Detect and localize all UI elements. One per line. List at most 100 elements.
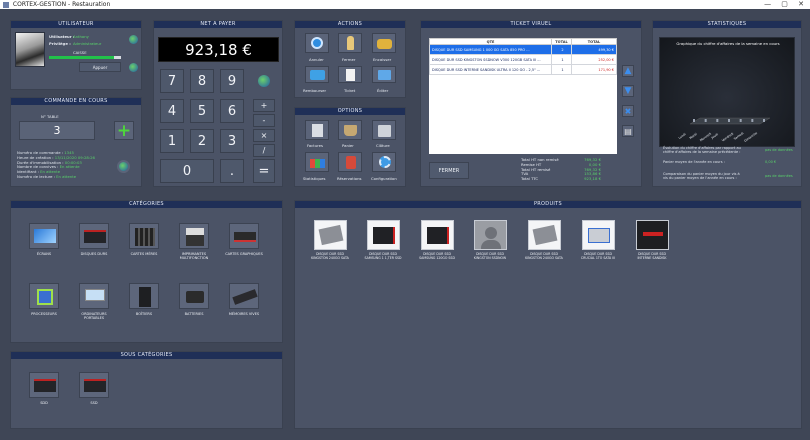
- move-down-button[interactable]: ▼: [622, 85, 634, 97]
- category-imprimantes[interactable]: IMPRIMANTES MULTIFONCTION: [169, 223, 219, 260]
- table-number-label: N° TABLE: [41, 114, 59, 119]
- options-panel: OPTIONS Factures Panier Clôture Statisti…: [294, 107, 406, 187]
- subcategories-panel: SOUS CATÉGORIES SDD SSD: [10, 351, 283, 429]
- keypad-panel: NET A PAYER 923,18 € 7 8 9 4 5 6 1 2 3 0…: [153, 20, 283, 187]
- note-button[interactable]: ▤: [622, 125, 634, 137]
- ticket-table-wrap: QTE TOTAL TOTAL DISQUE DUR SSD SAMSUNG 1…: [429, 38, 617, 154]
- move-up-button[interactable]: ▲: [622, 65, 634, 77]
- editer-button[interactable]: [372, 66, 396, 83]
- key-9[interactable]: 9: [220, 69, 244, 93]
- key-7[interactable]: 7: [160, 69, 184, 93]
- key-2[interactable]: 2: [190, 129, 214, 153]
- net-amount-display: 923,18 €: [158, 37, 279, 62]
- subcategory-sdd[interactable]: SDD: [19, 372, 69, 405]
- product-card[interactable]: DISQUE DUR SSD KINGSTON 240GO SATA: [519, 220, 569, 260]
- ticket-button[interactable]: [338, 66, 362, 83]
- ssd-product-image: [635, 220, 669, 250]
- battery-icon: [179, 283, 209, 309]
- category-batteries[interactable]: BATTERIES: [169, 283, 219, 316]
- product-card[interactable]: DISQUE DUR SSD KINGSTON SSDNOW: [465, 220, 515, 260]
- ticket-table: QTE TOTAL TOTAL DISQUE DUR SSD SAMSUNG 1…: [429, 38, 617, 75]
- window-controls[interactable]: — ▢ ✕: [764, 0, 808, 9]
- products-title: PRODUITS: [295, 201, 801, 208]
- category-memoires-vives[interactable]: MÉMOIRES VIVES: [219, 283, 269, 316]
- key-3[interactable]: 3: [220, 129, 244, 153]
- chart-bar-6: [763, 119, 765, 122]
- ssd-product-image: [313, 220, 347, 250]
- add-table-button[interactable]: +: [114, 121, 134, 140]
- cloture-button[interactable]: [372, 120, 396, 140]
- cpu-icon: [29, 283, 59, 309]
- user-value: Anthony: [73, 34, 89, 39]
- key-plus[interactable]: +: [253, 99, 275, 112]
- fermer-action-button[interactable]: [338, 33, 362, 53]
- globe-icon-3[interactable]: [117, 160, 130, 173]
- key-decimal[interactable]: .: [220, 159, 244, 183]
- category-ecrans[interactable]: ÉCRANS: [19, 223, 69, 256]
- reservations-button[interactable]: [338, 152, 362, 172]
- category-boitiers[interactable]: BOÎTIERS: [119, 283, 169, 316]
- stats-row: Évolution du chiffre d'affaires par rapp…: [663, 146, 741, 155]
- category-processeurs[interactable]: PROCESSEURS: [19, 283, 69, 316]
- chart-bar-4: [739, 119, 742, 122]
- key-equals[interactable]: =: [253, 159, 275, 183]
- product-card[interactable]: DISQUE DUR SSD KINGSTON 240GO SATA: [305, 220, 355, 260]
- ticket-row[interactable]: DISQUE DUR SSD INTERNE SANDISK ULTRA II …: [429, 64, 617, 75]
- configuration-button[interactable]: [372, 152, 396, 172]
- coins-icon: [377, 39, 392, 49]
- key-8[interactable]: 8: [190, 69, 214, 93]
- categories-title: CATÉGORIES: [11, 201, 282, 208]
- options-title: OPTIONS: [295, 108, 405, 115]
- product-card[interactable]: DISQUE DUR SSD SAMSUNG 120GO SSD: [412, 220, 462, 260]
- rembourser-button[interactable]: [305, 66, 329, 83]
- ticket-row[interactable]: DISQUE DUR SSD KINGSTON SSDNOW V300 120G…: [429, 54, 617, 65]
- option-label: Clôture: [376, 143, 390, 148]
- chart-bar-0: [693, 119, 695, 122]
- product-card[interactable]: DISQUE DUR SSD SAMSUNG 1 1,TER SSD: [358, 220, 408, 260]
- statistiques-button[interactable]: [305, 152, 329, 172]
- panier-button[interactable]: [338, 120, 362, 140]
- key-multiply[interactable]: ×: [253, 129, 275, 142]
- key-6[interactable]: 6: [220, 99, 244, 123]
- register-icon: [378, 125, 391, 137]
- category-cartes-meres[interactable]: CARTES MÈRES: [119, 223, 169, 256]
- window-title: CORTEX-GESTION - Restauration: [12, 1, 111, 8]
- key-divide[interactable]: /: [253, 144, 275, 157]
- appuyer-button[interactable]: Appuer: [79, 62, 121, 72]
- fermer-ticket-button[interactable]: FERMER: [429, 162, 469, 179]
- gear-icon: [379, 156, 391, 168]
- annuler-button[interactable]: [305, 33, 329, 53]
- key-4[interactable]: 4: [160, 99, 184, 123]
- key-0[interactable]: 0: [160, 159, 214, 183]
- delete-line-button[interactable]: ✖: [622, 105, 634, 117]
- factures-button[interactable]: [305, 120, 329, 140]
- category-ordinateurs-portables[interactable]: ORDINATEURS PORTABLES: [69, 283, 119, 320]
- order-panel-title: COMMANDE EN COURS: [11, 98, 141, 105]
- category-cartes-graphiques[interactable]: CARTES GRAPHIQUES: [219, 223, 269, 256]
- ticket-row[interactable]: DISQUE DUR SSD SAMSUNG 1 000 GO SATA 850…: [429, 44, 617, 55]
- arrow-up-icon: ▲: [624, 66, 632, 76]
- product-card[interactable]: DISQUE DUR SSD INTERNE SANDISK: [627, 220, 677, 260]
- user-avatar: [15, 32, 45, 67]
- key-5[interactable]: 5: [190, 99, 214, 123]
- encaisser-button[interactable]: [372, 33, 396, 53]
- ssd-icon: [79, 372, 109, 398]
- globe-icon-2[interactable]: [129, 63, 138, 72]
- order-info: Numéro de commande : 1345 Heure de créat…: [17, 150, 95, 180]
- subcategory-ssd[interactable]: SSD: [69, 372, 119, 405]
- ticket-title: TICKET VIRUEL: [421, 21, 641, 28]
- user-label: Utilisateur :: [49, 34, 75, 39]
- invoice-icon: [312, 124, 323, 137]
- product-card[interactable]: DISQUE DUR SSD CRUCIAL 1TO SATA III: [573, 220, 623, 260]
- basket-icon: [344, 125, 357, 136]
- receipt-icon: [346, 69, 355, 81]
- key-minus[interactable]: -: [253, 114, 275, 127]
- globe-icon[interactable]: [129, 35, 138, 44]
- printer-icon: [179, 223, 209, 249]
- option-label: Panier: [342, 143, 354, 148]
- key-1[interactable]: 1: [160, 129, 184, 153]
- category-disques-durs[interactable]: DISQUES DURS: [69, 223, 119, 256]
- globe-icon-keypad[interactable]: [258, 75, 270, 87]
- note-icon: ▤: [624, 127, 632, 136]
- placeholder-person-image: [473, 220, 507, 250]
